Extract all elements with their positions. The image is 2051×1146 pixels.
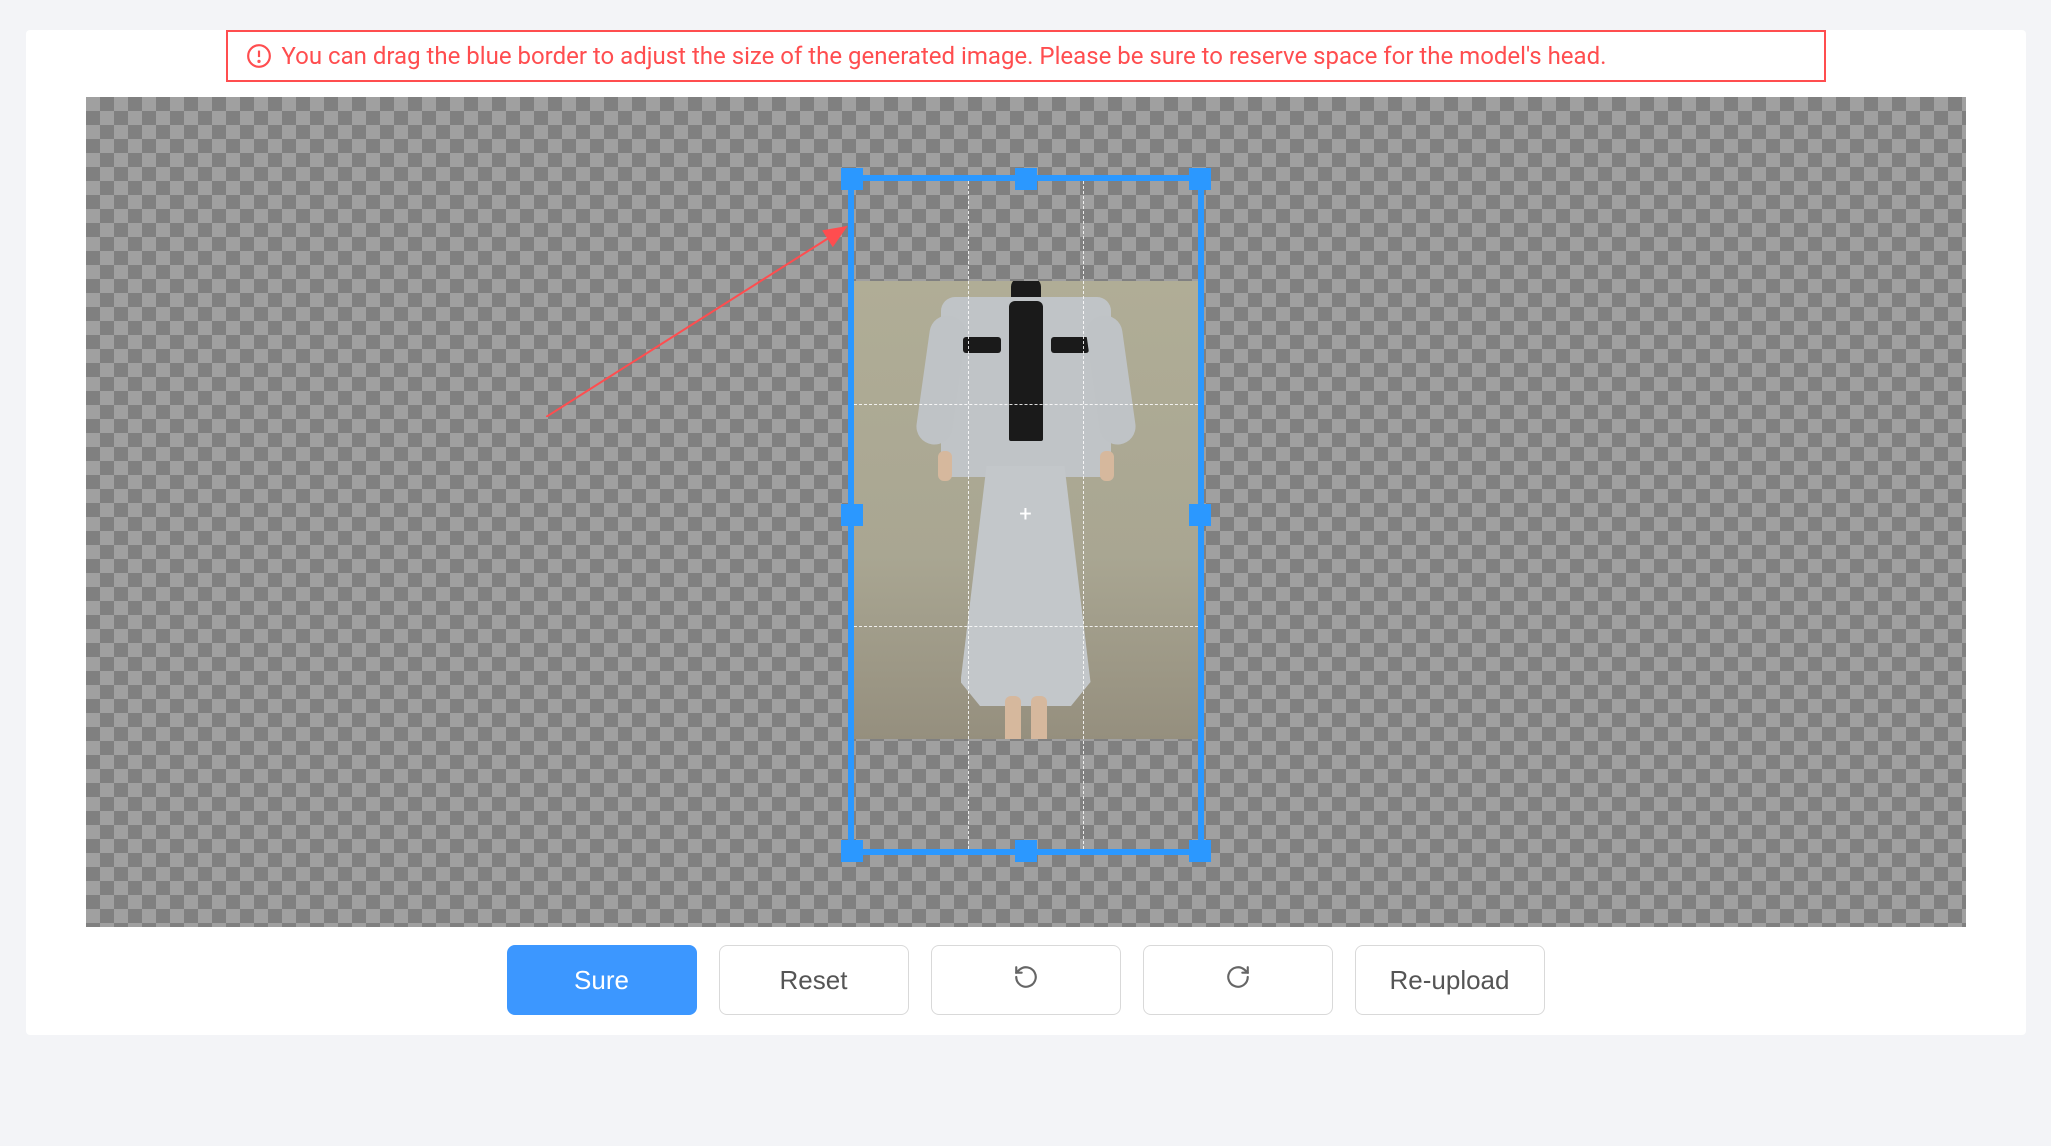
instruction-text: You can drag the blue border to adjust t…: [282, 42, 1607, 70]
crop-content: +: [854, 181, 1198, 849]
reset-button[interactable]: Reset: [719, 945, 909, 1015]
resize-handle-top-right[interactable]: [1189, 168, 1211, 190]
instruction-alert: You can drag the blue border to adjust t…: [226, 30, 1826, 82]
center-cross-icon: +: [1017, 506, 1035, 524]
toolbar: Sure Reset Re-upload: [26, 945, 2026, 1015]
resize-handle-left[interactable]: [841, 504, 863, 526]
rotate-left-icon: [1013, 964, 1039, 997]
exclamation-circle-icon: [246, 43, 272, 69]
rotate-right-button[interactable]: [1143, 945, 1333, 1015]
rotate-left-button[interactable]: [931, 945, 1121, 1015]
crop-frame[interactable]: +: [848, 175, 1204, 855]
resize-handle-bottom-left[interactable]: [841, 840, 863, 862]
reupload-button[interactable]: Re-upload: [1355, 945, 1545, 1015]
rotate-right-icon: [1225, 964, 1251, 997]
sure-button[interactable]: Sure: [507, 945, 697, 1015]
editor-panel: You can drag the blue border to adjust t…: [26, 30, 2026, 1035]
resize-handle-top-left[interactable]: [841, 168, 863, 190]
resize-handle-top[interactable]: [1015, 168, 1037, 190]
image-canvas[interactable]: +: [86, 97, 1966, 927]
resize-handle-bottom[interactable]: [1015, 840, 1037, 862]
resize-handle-right[interactable]: [1189, 504, 1211, 526]
resize-handle-bottom-right[interactable]: [1189, 840, 1211, 862]
annotation-arrow: [546, 217, 866, 417]
